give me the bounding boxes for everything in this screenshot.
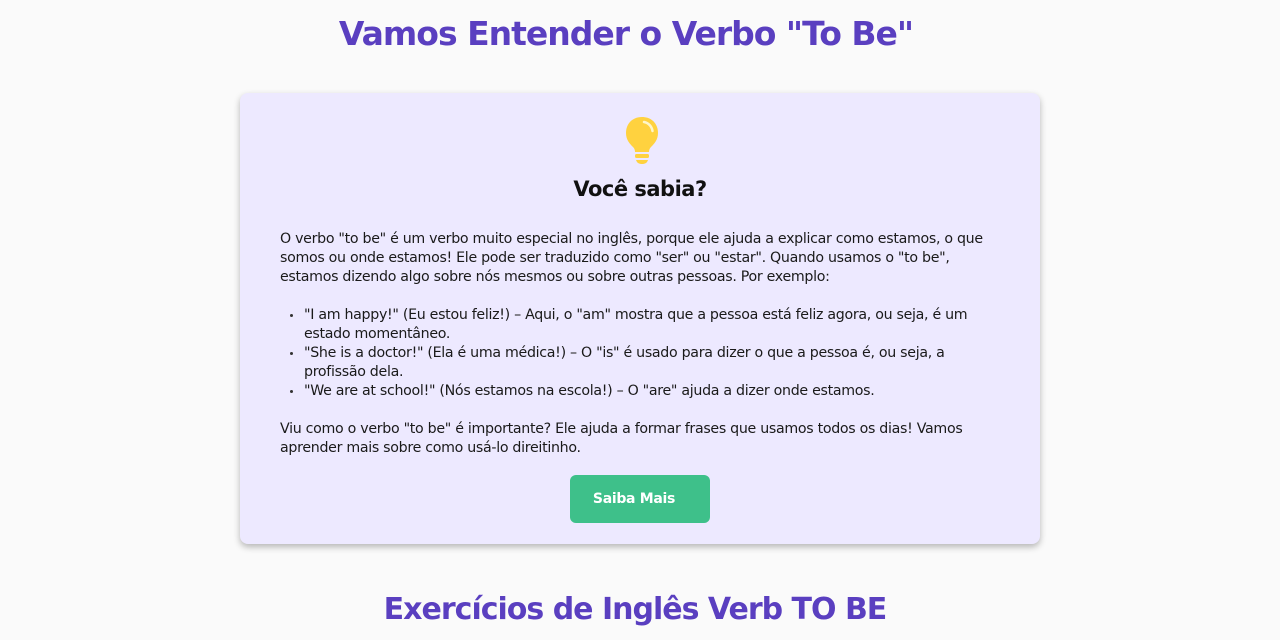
examples-list: "I am happy!" (Eu estou feliz!) – Aqui, … xyxy=(280,306,1004,401)
lightbulb-icon xyxy=(626,117,658,164)
did-you-know-card: Você sabia? O verbo "to be" é um verbo m… xyxy=(240,93,1040,544)
list-item: "I am happy!" (Eu estou feliz!) – Aqui, … xyxy=(290,306,1004,344)
exercises-section-title: Exercícios de Inglês Verb TO BE xyxy=(383,592,888,627)
intro-paragraph: O verbo "to be" é um verbo muito especia… xyxy=(280,231,983,285)
outro-paragraph: Viu como o verbo "to be" é importante? E… xyxy=(280,421,963,456)
list-item: "We are at school!" (Nós estamos na esco… xyxy=(290,382,1004,401)
card-body: O verbo "to be" é um verbo muito especia… xyxy=(280,230,1004,458)
page-title: Vamos Entender o Verbo "To Be" xyxy=(338,14,914,53)
list-item: "She is a doctor!" (Ela é uma médica!) –… xyxy=(290,344,1004,382)
learn-more-button[interactable]: Saiba Mais xyxy=(570,475,710,523)
page: Vamos Entender o Verbo "To Be" Você sabi… xyxy=(0,0,1280,640)
card-heading: Você sabia? xyxy=(573,177,707,201)
